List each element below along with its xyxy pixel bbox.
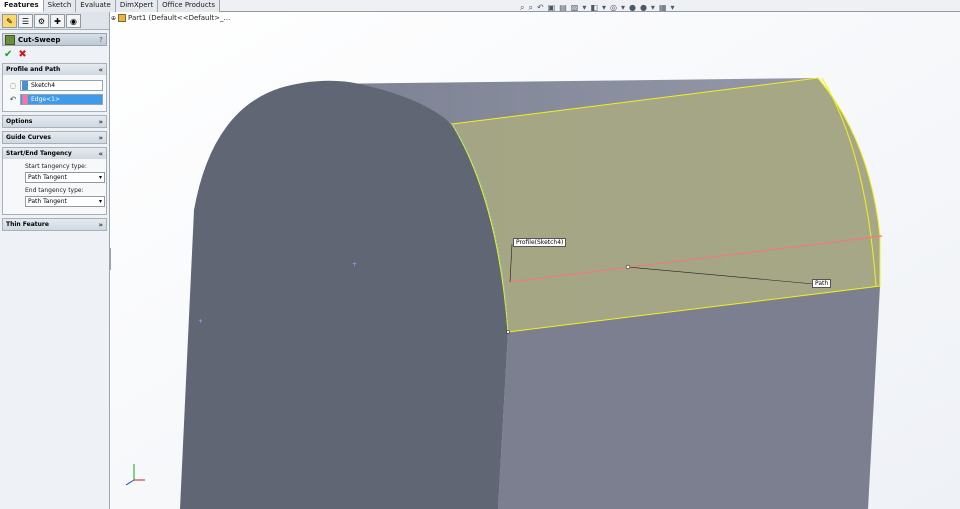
cut-sweep-preview[interactable] [451, 77, 881, 333]
profile-endpoint-handle[interactable] [506, 330, 510, 334]
dropdown-arrow-icon[interactable]: ▾ [602, 3, 606, 12]
property-manager-panel: ✎ ☰ ⚙ ✚ ◉ Cut-Sweep ? ✔ ✖ Profile and Path «… [0, 12, 110, 509]
options-header[interactable]: Options » [3, 116, 106, 127]
path-color-swatch [22, 95, 28, 104]
profile-icon: ◌ [9, 81, 17, 90]
previous-view-icon[interactable]: ↶ [537, 3, 544, 12]
tangency-header[interactable]: Start/End Tangency « [3, 148, 106, 159]
hide-show-items-icon[interactable]: ◎ [610, 3, 617, 12]
model-viewport[interactable]: + + [111, 12, 960, 509]
tab-dimxpert[interactable]: DimXpert [115, 0, 159, 12]
body-front-face[interactable] [180, 80, 508, 509]
tab-features[interactable]: Features [0, 0, 44, 12]
collapse-icon[interactable]: « [98, 66, 103, 74]
profile-selection-box[interactable]: Sketch4 [20, 80, 103, 91]
heads-up-view-toolbar: ⌕ ⌕ ↶ ▣ ▤ ▨ ▾ ◧ ▾ ◎ ▾ ● ● ▾ ▦ ▾ [520, 2, 675, 13]
view-settings-icon[interactable]: ▦ [659, 3, 667, 12]
start-tangency-select[interactable]: Path Tangent ▾ [25, 172, 105, 183]
manager-tabs: ✎ ☰ ⚙ ✚ ◉ [0, 12, 109, 30]
thin-feature-header[interactable]: Thin Feature » [3, 219, 106, 230]
dropdown-arrow-icon[interactable]: ▾ [651, 3, 655, 12]
feature-title: Cut-Sweep [18, 35, 61, 44]
ok-button[interactable]: ✔ [4, 49, 12, 60]
expand-icon[interactable]: ⊕ [111, 15, 116, 22]
part-name: Part1 (Default<<Default>_... [128, 14, 231, 22]
path-midpoint-handle[interactable] [625, 264, 631, 270]
help-icon[interactable]: ? [96, 36, 106, 44]
start-tangency-label: Start tangency type: [25, 163, 87, 170]
thin-feature-group: Thin Feature » [2, 218, 107, 231]
edit-appearance-icon[interactable]: ● [629, 3, 636, 12]
profile-row: ◌ Sketch4 [6, 79, 103, 92]
tab-evaluate[interactable]: Evaluate [76, 0, 116, 12]
path-row: ↶ Edge<1> [6, 93, 103, 106]
dropdown-arrow-icon: ▾ [98, 198, 102, 205]
dropdown-arrow-icon[interactable]: ▾ [621, 3, 625, 12]
property-manager-title: Cut-Sweep ? [2, 33, 107, 46]
feature-manager-icon[interactable]: ✎ [2, 14, 17, 28]
path-value: Edge<1> [31, 96, 60, 103]
view-orientation-icon[interactable]: ▨ [571, 3, 579, 12]
path-callout[interactable]: Path [812, 279, 832, 288]
zoom-to-fit-icon[interactable]: ⌕ [520, 3, 524, 13]
cancel-button[interactable]: ✖ [18, 49, 26, 60]
path-icon: ↶ [9, 95, 17, 104]
path-selection-box[interactable]: Edge<1> [20, 94, 103, 105]
configuration-manager-icon[interactable]: ⚙ [34, 14, 49, 28]
dropdown-arrow-icon[interactable]: ▾ [671, 3, 675, 12]
display-manager-icon[interactable]: ◉ [66, 14, 81, 28]
ok-cancel-row: ✔ ✖ [4, 48, 105, 60]
tangency-group: Start/End Tangency « Start tangency type… [2, 147, 107, 215]
dynamic-annotation-icon[interactable]: ▤ [559, 3, 567, 12]
profile-value: Sketch4 [31, 82, 56, 89]
end-tangency-label: End tangency type: [25, 187, 84, 194]
profile-and-path-header[interactable]: Profile and Path « [3, 64, 106, 75]
zoom-to-area-icon[interactable]: ⌕ [528, 3, 532, 13]
apply-scene-icon[interactable]: ● [640, 3, 647, 12]
tab-sketch[interactable]: Sketch [43, 0, 77, 12]
part-icon [118, 14, 127, 22]
graphics-area[interactable]: + + [111, 12, 960, 509]
guide-curves-header[interactable]: Guide Curves » [3, 132, 106, 143]
dropdown-arrow-icon[interactable]: ▾ [582, 3, 586, 12]
expand-icon[interactable]: » [98, 134, 103, 142]
guide-curves-group: Guide Curves » [2, 131, 107, 144]
expand-icon[interactable]: » [98, 118, 103, 126]
section-view-icon[interactable]: ▣ [548, 3, 556, 12]
command-manager-tabs: Features Sketch Evaluate DimXpert Office Pro… [0, 0, 960, 12]
cut-sweep-icon [5, 34, 15, 45]
dropdown-arrow-icon: ▾ [98, 174, 102, 181]
tab-office-products[interactable]: Office Products [158, 0, 221, 12]
sketch-point-marker: + [352, 261, 357, 268]
property-manager-icon[interactable]: ☰ [18, 14, 33, 28]
end-tangency-select[interactable]: Path Tangent ▾ [25, 196, 105, 207]
feature-tree-breadcrumb[interactable]: ⊕ Part1 (Default<<Default>_... [111, 13, 230, 23]
profile-color-swatch [22, 81, 28, 90]
expand-icon[interactable]: » [98, 221, 103, 229]
profile-callout[interactable]: Profile(Sketch4) [513, 238, 567, 247]
display-style-icon[interactable]: ◧ [590, 3, 598, 12]
collapse-icon[interactable]: « [98, 150, 103, 158]
profile-and-path-group: Profile and Path « ◌ Sketch4 ↶ Edge<1> [2, 63, 107, 112]
options-group: Options » [2, 115, 107, 128]
sketch-point-marker: + [198, 318, 203, 325]
dimxpert-manager-icon[interactable]: ✚ [50, 14, 65, 28]
